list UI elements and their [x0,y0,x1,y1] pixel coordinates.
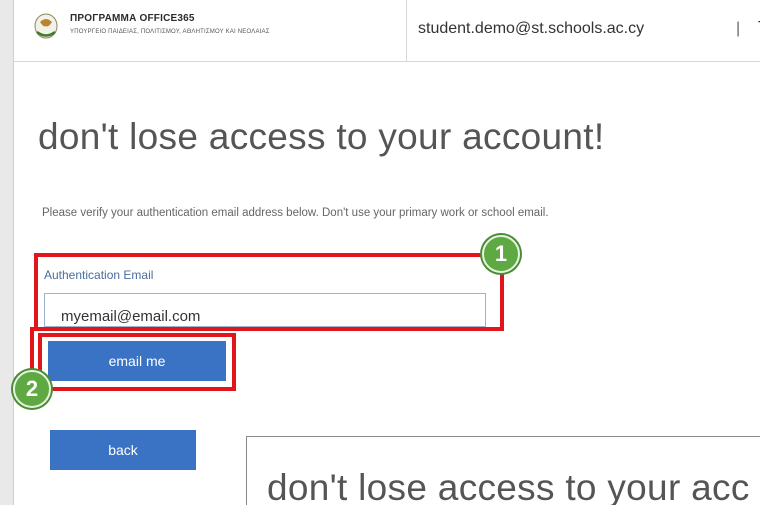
preview-title: don't lose access to your acc [267,467,750,505]
signed-in-user-email[interactable]: student.demo@st.schools.ac.cy [418,20,644,38]
header-divider [406,0,407,62]
preview-panel: don't lose access to your acc [246,436,760,505]
org-subtitle: ΥΠΟΥΡΓΕΙΟ ΠΑΙΔΕΙΑΣ, ΠΟΛΙΤΙΣΜΟΥ, ΑΘΛΗΤΙΣΜ… [70,29,270,35]
highlight-box-email-button [38,333,236,391]
page-title: don't lose access to your account! [38,116,605,157]
org-name: ΠΡΟΓΡΑΜΜΑ OFFICE365 [70,13,195,24]
step-badge-2: 2 [13,370,51,408]
header-bar: ΠΡΟΓΡΑΜΜΑ OFFICE365 ΥΠΟΥΡΓΕΙΟ ΠΑΙΔΕΙΑΣ, … [14,0,760,62]
header-pipe-separator: | [736,20,741,37]
window-left-edge [0,0,14,505]
highlight-box-email-field [34,253,504,331]
instruction-text: Please verify your authentication email … [42,207,549,219]
back-button[interactable]: back [50,430,196,470]
step-badge-1: 1 [482,235,520,273]
coat-of-arms-logo [34,13,58,39]
